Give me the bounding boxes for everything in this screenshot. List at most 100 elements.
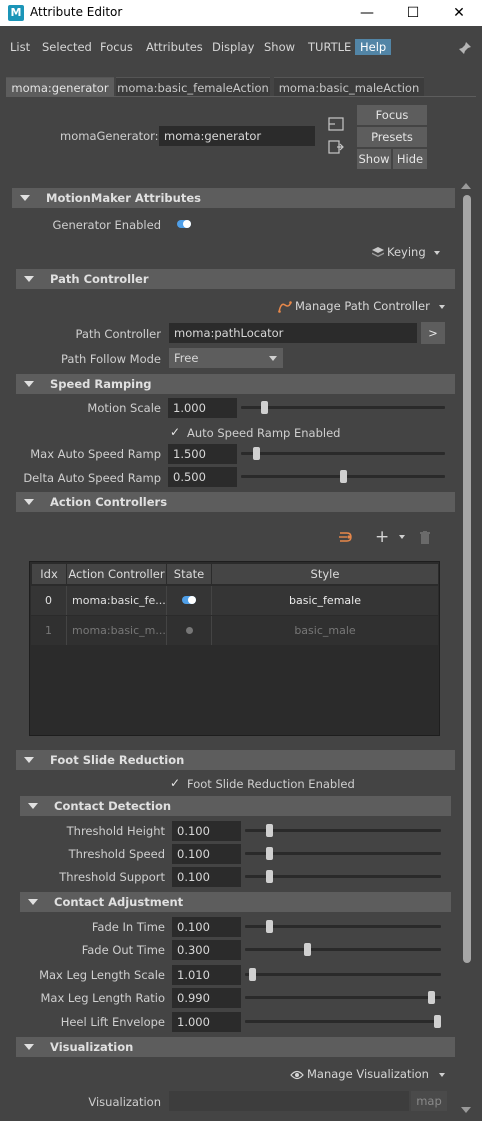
table-row[interactable]: 1 moma:basic_m... basic_male	[31, 616, 438, 645]
threshold-support-field[interactable]: 0.100	[172, 867, 241, 887]
max-leg-length-ratio-slider[interactable]	[245, 996, 441, 999]
menu-display[interactable]: Display	[212, 40, 254, 54]
menu-help[interactable]: Help	[355, 39, 392, 55]
add-controller-button[interactable]: +	[375, 527, 405, 547]
collapse-arrow-icon	[24, 1044, 34, 1050]
generator-enabled-toggle[interactable]	[177, 220, 191, 228]
minimize-button[interactable]: —	[344, 0, 390, 26]
section-contact-adjustment[interactable]: Contact Adjustment	[20, 892, 451, 912]
section-visualization[interactable]: Visualization	[16, 1037, 455, 1057]
section-speed-ramping[interactable]: Speed Ramping	[16, 374, 455, 394]
tab-basic-female-action[interactable]: moma:basic_femaleAction	[116, 77, 270, 97]
menu-focus[interactable]: Focus	[100, 40, 133, 54]
scrollbar-thumb[interactable]	[463, 195, 471, 963]
heel-lift-envelope-field[interactable]: 1.000	[172, 1012, 241, 1032]
select-input-icon[interactable]	[328, 117, 344, 131]
column-header-idx[interactable]: Idx	[32, 564, 67, 584]
keying-dropdown[interactable]: Keying	[372, 245, 441, 259]
threshold-height-field[interactable]: 0.100	[172, 821, 241, 841]
manage-path-controller-dropdown[interactable]: Manage Path Controller	[278, 299, 446, 313]
state-dot-off[interactable]	[186, 627, 193, 634]
threshold-speed-slider[interactable]	[245, 852, 441, 855]
tab-basic-male-action[interactable]: moma:basic_maleAction	[274, 77, 424, 97]
fade-out-time-slider[interactable]	[245, 948, 441, 951]
motion-scale-field[interactable]: 1.000	[168, 398, 237, 418]
connect-controller-icon[interactable]	[338, 530, 354, 544]
threshold-speed-slider-handle[interactable]	[265, 847, 273, 860]
max-auto-speed-ramp-slider-handle[interactable]	[252, 447, 260, 460]
max-leg-length-scale-slider[interactable]	[245, 973, 441, 976]
presets-button[interactable]: Presets	[357, 127, 427, 147]
threshold-height-slider[interactable]	[245, 829, 441, 832]
section-path-controller[interactable]: Path Controller	[16, 269, 455, 289]
column-header-state[interactable]: State	[167, 564, 212, 584]
menu-attributes[interactable]: Attributes	[146, 40, 203, 54]
table-row[interactable]: 0 moma:basic_fe... basic_female	[31, 586, 438, 615]
section-foot-slide-reduction[interactable]: Foot Slide Reduction	[16, 750, 455, 770]
tab-generator[interactable]: moma:generator	[6, 77, 114, 97]
column-header-action-controller[interactable]: Action Controller	[67, 564, 167, 584]
fade-in-time-slider[interactable]	[245, 925, 441, 928]
threshold-support-slider-handle[interactable]	[265, 870, 273, 883]
collapse-arrow-icon	[24, 276, 34, 282]
section-title: Foot Slide Reduction	[50, 753, 185, 767]
section-motionmaker-attributes[interactable]: MotionMaker Attributes	[12, 188, 455, 208]
pin-icon[interactable]	[458, 41, 472, 55]
threshold-height-slider-handle[interactable]	[265, 824, 273, 837]
focus-button[interactable]: Focus	[357, 105, 427, 125]
max-leg-length-scale-field[interactable]: 1.010	[172, 965, 241, 985]
fade-out-time-field[interactable]: 0.300	[172, 940, 241, 960]
visualization-field[interactable]	[169, 1091, 409, 1111]
visualization-label: Visualization	[88, 1095, 161, 1109]
section-contact-detection[interactable]: Contact Detection	[20, 796, 451, 816]
maximize-button[interactable]: ☐	[390, 0, 436, 26]
threshold-speed-field[interactable]: 0.100	[172, 844, 241, 864]
close-button[interactable]: ✕	[436, 0, 482, 26]
max-auto-speed-ramp-slider[interactable]	[241, 452, 445, 455]
manage-visualization-dropdown[interactable]: Manage Visualization	[290, 1067, 445, 1081]
state-toggle-on[interactable]	[182, 596, 196, 604]
row-action-controller: moma:basic_fe...	[67, 586, 167, 615]
heel-lift-envelope-slider-handle[interactable]	[434, 1015, 441, 1028]
motion-scale-slider[interactable]	[241, 406, 445, 409]
trash-icon[interactable]	[419, 531, 431, 544]
select-output-icon[interactable]	[328, 140, 344, 154]
menu-list[interactable]: List	[10, 40, 30, 54]
max-leg-length-scale-slider-handle[interactable]	[248, 968, 256, 981]
row-idx: 1	[31, 616, 67, 645]
row-state[interactable]	[167, 616, 212, 645]
threshold-support-slider[interactable]	[245, 875, 441, 878]
row-state[interactable]	[167, 586, 212, 615]
path-controller-goto-button[interactable]: >	[421, 322, 445, 344]
motion-scale-slider-handle[interactable]	[260, 401, 268, 414]
menu-turtle[interactable]: TURTLE	[308, 40, 351, 54]
max-leg-length-ratio-field[interactable]: 0.990	[172, 988, 241, 1008]
max-leg-length-ratio-slider-handle[interactable]	[428, 991, 436, 1004]
menu-show[interactable]: Show	[264, 40, 295, 54]
fade-out-time-slider-handle[interactable]	[303, 943, 311, 956]
fade-in-time-slider-handle[interactable]	[265, 920, 273, 933]
map-button[interactable]: map	[411, 1091, 447, 1111]
path-controller-field[interactable]: moma:pathLocator	[169, 323, 417, 343]
max-auto-speed-ramp-field[interactable]: 1.500	[168, 444, 237, 464]
foot-slide-enabled-checkbox[interactable]: ✓	[170, 777, 182, 789]
menu-selected[interactable]: Selected	[42, 40, 92, 54]
node-name-label: momaGenerator:	[60, 129, 159, 143]
column-header-style[interactable]: Style	[212, 564, 438, 584]
eye-icon	[290, 1070, 304, 1079]
delta-auto-speed-ramp-field[interactable]: 0.500	[168, 467, 237, 487]
fade-in-time-field[interactable]: 0.100	[172, 917, 241, 937]
hide-button[interactable]: Hide	[393, 149, 427, 169]
auto-speed-ramp-checkbox[interactable]: ✓	[170, 426, 182, 438]
delta-auto-speed-ramp-slider-handle[interactable]	[339, 470, 347, 483]
scroll-down-arrow[interactable]	[461, 1107, 471, 1113]
show-button[interactable]: Show	[357, 149, 391, 169]
scroll-up-arrow[interactable]	[461, 183, 471, 189]
heel-lift-envelope-slider[interactable]	[245, 1020, 441, 1023]
section-title: Visualization	[50, 1040, 134, 1054]
path-follow-mode-select[interactable]: Free	[169, 348, 283, 368]
node-name-field[interactable]: moma:generator	[159, 126, 315, 146]
row-action-controller: moma:basic_m...	[67, 616, 167, 645]
section-action-controllers[interactable]: Action Controllers	[16, 492, 455, 512]
manage-path-controller-label: Manage Path Controller	[295, 299, 430, 313]
